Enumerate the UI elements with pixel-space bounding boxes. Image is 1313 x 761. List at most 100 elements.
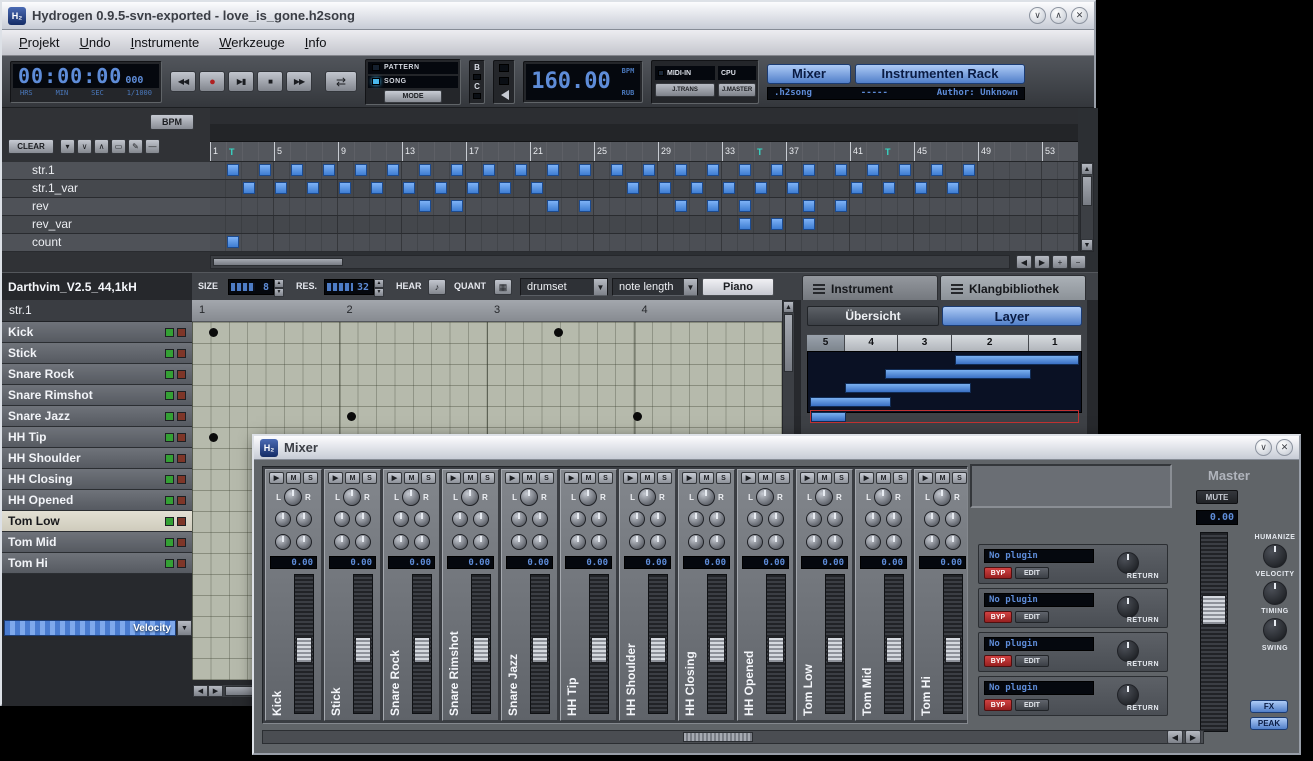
instrument-row[interactable]: Stick	[2, 343, 192, 364]
channel-fx-send-knob[interactable]	[532, 511, 548, 527]
song-cell[interactable]	[594, 198, 610, 215]
song-mode-row[interactable]: SONG	[368, 76, 458, 88]
size-value-display[interactable]: 8	[228, 279, 274, 295]
song-sequence-grid[interactable]	[210, 162, 1078, 252]
song-cell[interactable]	[578, 216, 594, 233]
channel-pan-knob[interactable]	[343, 488, 361, 506]
instrument-solo-led[interactable]	[177, 391, 186, 400]
song-cell[interactable]	[1010, 234, 1026, 251]
timeline-cell[interactable]	[354, 142, 370, 161]
song-cell[interactable]	[642, 216, 658, 233]
fx-edit-button[interactable]: EDIT	[1015, 699, 1049, 711]
channel-fx-send-knob[interactable]	[886, 534, 902, 550]
song-cell[interactable]	[258, 162, 274, 179]
song-cell[interactable]	[754, 162, 770, 179]
song-cell[interactable]	[450, 162, 466, 179]
channel-fx-send-knob[interactable]	[452, 534, 468, 550]
song-cell[interactable]	[370, 180, 386, 197]
channel-fx-send-knob[interactable]	[355, 534, 371, 550]
song-cell[interactable]	[546, 198, 562, 215]
song-cell[interactable]	[402, 216, 418, 233]
song-cell[interactable]	[1042, 180, 1058, 197]
channel-pan-knob[interactable]	[756, 488, 774, 506]
fx-plugin-name[interactable]: No plugin	[984, 593, 1094, 607]
song-cell[interactable]	[578, 162, 594, 179]
channel-mute-button[interactable]: M	[286, 472, 301, 484]
song-cell[interactable]	[706, 234, 722, 251]
timeline-cell[interactable]: 1	[210, 142, 226, 161]
song-cell[interactable]	[802, 234, 818, 251]
zoom-in-icon[interactable]: +	[1052, 255, 1068, 269]
song-cell[interactable]	[594, 162, 610, 179]
song-cell[interactable]	[722, 180, 738, 197]
channel-mute-button[interactable]: M	[522, 472, 537, 484]
song-cell[interactable]	[834, 216, 850, 233]
song-cell[interactable]	[562, 162, 578, 179]
overview-button[interactable]: Übersicht	[807, 306, 939, 326]
master-fader-handle[interactable]	[1202, 595, 1226, 625]
song-cell[interactable]	[306, 162, 322, 179]
instrument-mute-led[interactable]	[165, 433, 174, 442]
song-cell[interactable]	[514, 180, 530, 197]
song-cell[interactable]	[850, 216, 866, 233]
song-cell[interactable]	[354, 216, 370, 233]
channel-fx-send-knob[interactable]	[570, 534, 586, 550]
channel-fader[interactable]	[294, 574, 314, 714]
channel-pan-knob[interactable]	[638, 488, 656, 506]
song-cell[interactable]	[994, 180, 1010, 197]
song-cell[interactable]	[306, 234, 322, 251]
song-cell[interactable]	[770, 198, 786, 215]
channel-fx-send-knob[interactable]	[591, 511, 607, 527]
instrument-mute-led[interactable]	[165, 475, 174, 484]
chevron-down-icon[interactable]: ▼	[683, 279, 697, 295]
pattern-list-item[interactable]: str.1	[2, 162, 210, 180]
song-cell[interactable]	[306, 216, 322, 233]
instrument-row[interactable]: Snare Jazz	[2, 406, 192, 427]
song-cell[interactable]	[1058, 162, 1074, 179]
song-cell[interactable]	[482, 198, 498, 215]
note-dot[interactable]	[554, 328, 563, 337]
transport-loop-button[interactable]: ⇄	[325, 71, 357, 92]
song-cell[interactable]	[210, 234, 226, 251]
song-cell[interactable]	[994, 162, 1010, 179]
song-cell[interactable]	[322, 234, 338, 251]
song-cell[interactable]	[290, 180, 306, 197]
song-cell[interactable]	[786, 162, 802, 179]
song-cell[interactable]	[386, 162, 402, 179]
tempo-marker[interactable]: T	[757, 144, 767, 160]
song-cell[interactable]	[978, 162, 994, 179]
channel-solo-button[interactable]: S	[421, 472, 436, 484]
song-cell[interactable]	[1010, 162, 1026, 179]
note-length-dropdown[interactable]: note length ▼	[612, 278, 698, 296]
timeline-cell[interactable]	[482, 142, 498, 161]
song-cell[interactable]	[930, 198, 946, 215]
channel-fx-send-knob[interactable]	[414, 511, 430, 527]
song-cell[interactable]	[786, 216, 802, 233]
scroll-handle[interactable]	[213, 258, 343, 266]
channel-fader[interactable]	[412, 574, 432, 714]
song-cell[interactable]	[354, 234, 370, 251]
channel-solo-button[interactable]: S	[893, 472, 908, 484]
channel-fx-send-knob[interactable]	[768, 534, 784, 550]
song-cell[interactable]	[546, 234, 562, 251]
channel-fader-handle[interactable]	[296, 637, 312, 663]
song-cell[interactable]	[882, 180, 898, 197]
song-cell[interactable]	[274, 216, 290, 233]
instrument-mute-led[interactable]	[165, 559, 174, 568]
mixer-titlebar[interactable]: H₂ Mixer ∨ ✕	[254, 436, 1299, 460]
channel-solo-button[interactable]: S	[775, 472, 790, 484]
channel-fx-send-knob[interactable]	[709, 511, 725, 527]
song-cell[interactable]	[1026, 180, 1042, 197]
song-cell[interactable]	[466, 198, 482, 215]
song-cell[interactable]	[658, 162, 674, 179]
scroll-right-icon[interactable]: ▶	[1185, 730, 1201, 744]
song-cell[interactable]	[834, 162, 850, 179]
song-cell[interactable]	[802, 198, 818, 215]
instrument-solo-led[interactable]	[177, 349, 186, 358]
scroll-right-icon[interactable]: ▶	[208, 685, 223, 697]
song-cell[interactable]	[610, 216, 626, 233]
song-cell[interactable]	[514, 162, 530, 179]
song-cell[interactable]	[722, 162, 738, 179]
transport-stop-button[interactable]: ■	[257, 71, 283, 92]
song-cell[interactable]	[914, 234, 930, 251]
